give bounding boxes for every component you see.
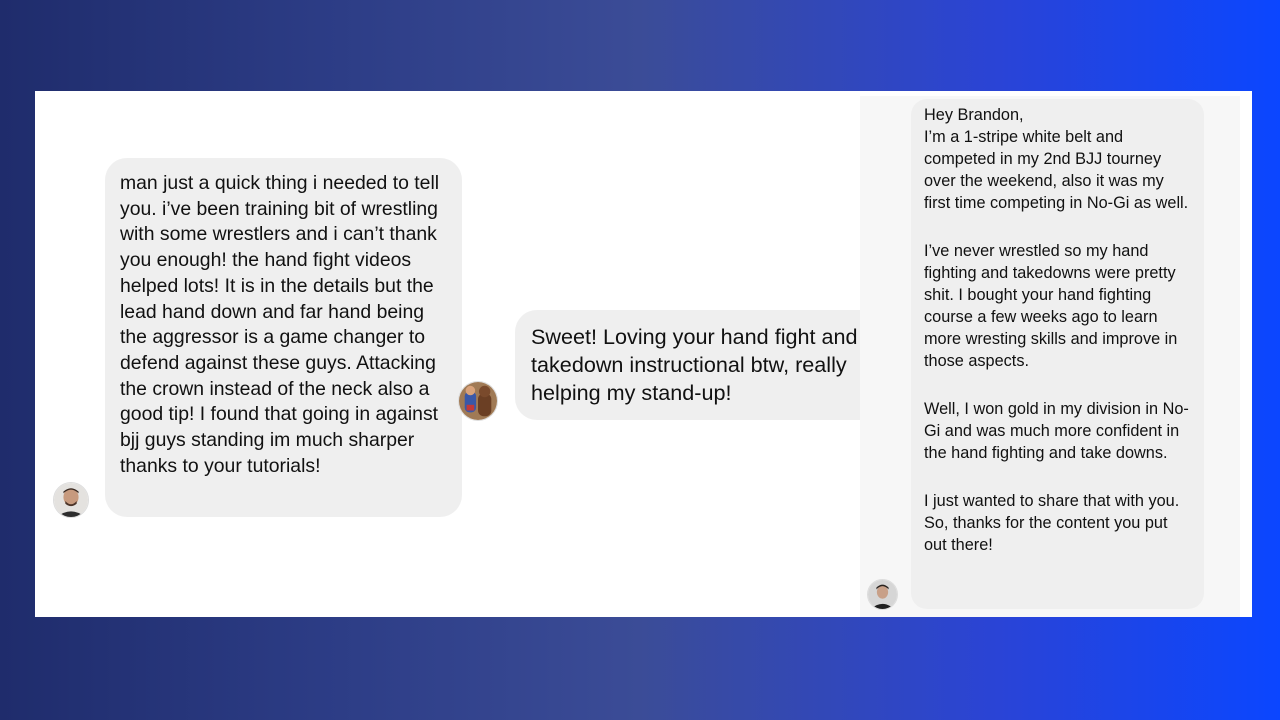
testimonial-panel: man just a quick thing i needed to tell … xyxy=(35,91,1252,617)
message-3-paragraph-3: Well, I won gold in my division in No-Gi… xyxy=(924,400,1189,462)
message-text-2: Sweet! Loving your hand fight and takedo… xyxy=(531,324,858,405)
sender-avatar-2[interactable] xyxy=(458,381,498,421)
sender-avatar-1[interactable] xyxy=(53,482,89,518)
message-3-paragraph-2: I’ve never wrestled so my hand fighting … xyxy=(924,242,1178,370)
message-text-1: man just a quick thing i needed to tell … xyxy=(120,172,440,477)
message-bubble-2: Sweet! Loving your hand fight and takedo… xyxy=(515,310,895,420)
message-3-paragraph-1: Hey Brandon, I’m a 1-stripe white belt a… xyxy=(924,106,1189,212)
message-3-paragraph-4: I just wanted to share that with you. So… xyxy=(924,492,1180,554)
message-bubble-1: man just a quick thing i needed to tell … xyxy=(105,158,462,517)
message-bubble-3: Hey Brandon, I’m a 1-stripe white belt a… xyxy=(911,99,1204,609)
sender-avatar-3[interactable] xyxy=(867,579,898,610)
